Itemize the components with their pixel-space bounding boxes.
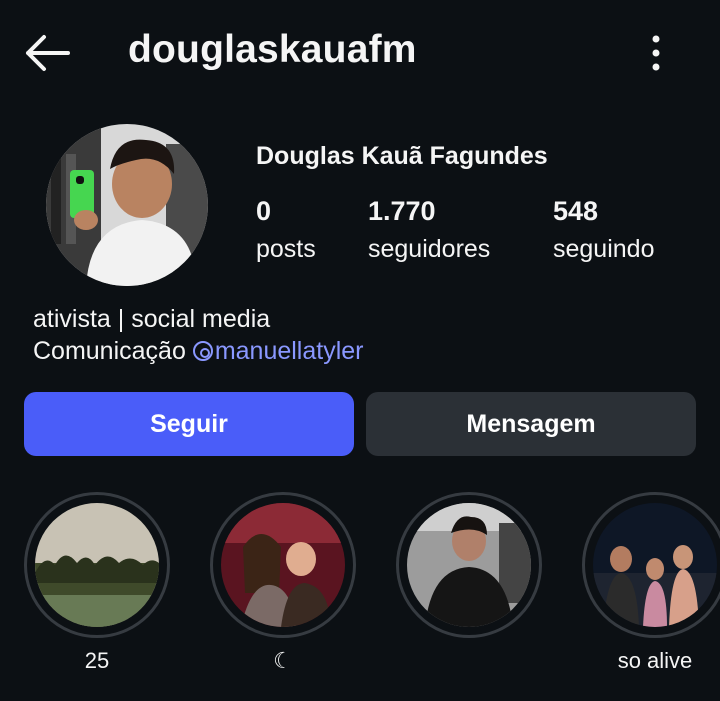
story-highlight[interactable]: 25 [22, 492, 172, 674]
highlight-thumbnail [593, 503, 717, 627]
bio-line-2-text: Comunicação [33, 337, 193, 365]
threads-mention-username: manuellatyler [214, 337, 364, 365]
highlight-thumbnail [407, 503, 531, 627]
highlight-caption: so alive [617, 648, 693, 673]
message-button[interactable]: Mensagem [366, 392, 696, 456]
story-highlight[interactable] [394, 492, 544, 648]
profile-username: douglaskauafm [128, 28, 417, 71]
follow-button[interactable]: Seguir [24, 392, 354, 456]
highlight-ring [24, 492, 170, 638]
stat-posts-value: 0 [256, 196, 272, 226]
profile-avatar[interactable] [46, 124, 208, 286]
highlight-ring [582, 492, 720, 638]
stat-following-value: 548 [553, 196, 599, 226]
highlight-caption: 25 [84, 648, 110, 673]
stat-followers-value: 1.770 [368, 196, 436, 226]
story-highlight[interactable]: ☾ [208, 492, 358, 674]
threads-mention-link[interactable]: manuellatyler [192, 337, 364, 365]
bio-line-1: ativista | social media [33, 305, 271, 333]
highlight-ring [210, 492, 356, 638]
stat-following-label: seguindo [553, 235, 655, 263]
highlight-thumbnail [35, 503, 159, 627]
stat-followers-label: seguidores [368, 235, 491, 263]
stat-followers[interactable]: 1.770 seguidores [368, 196, 490, 264]
bio-line-2: Comunicação manuellatyler [33, 335, 364, 367]
stat-posts[interactable]: 0 posts [256, 196, 316, 264]
profile-bio: ativista | social media Comunicação manu… [33, 303, 364, 367]
top-bar: douglaskauafm [0, 0, 720, 108]
highlight-ring [396, 492, 542, 638]
stat-posts-label: posts [256, 235, 316, 263]
highlight-caption: ☾ [273, 648, 293, 673]
threads-icon [192, 341, 213, 361]
highlight-thumbnail [221, 503, 345, 627]
more-options-icon[interactable] [640, 32, 672, 74]
back-arrow-icon[interactable] [22, 33, 72, 73]
profile-full-name: Douglas Kauã Fagundes [256, 142, 548, 170]
story-highlight[interactable]: so alive [580, 492, 720, 674]
stat-following[interactable]: 548 seguindo [553, 196, 654, 264]
